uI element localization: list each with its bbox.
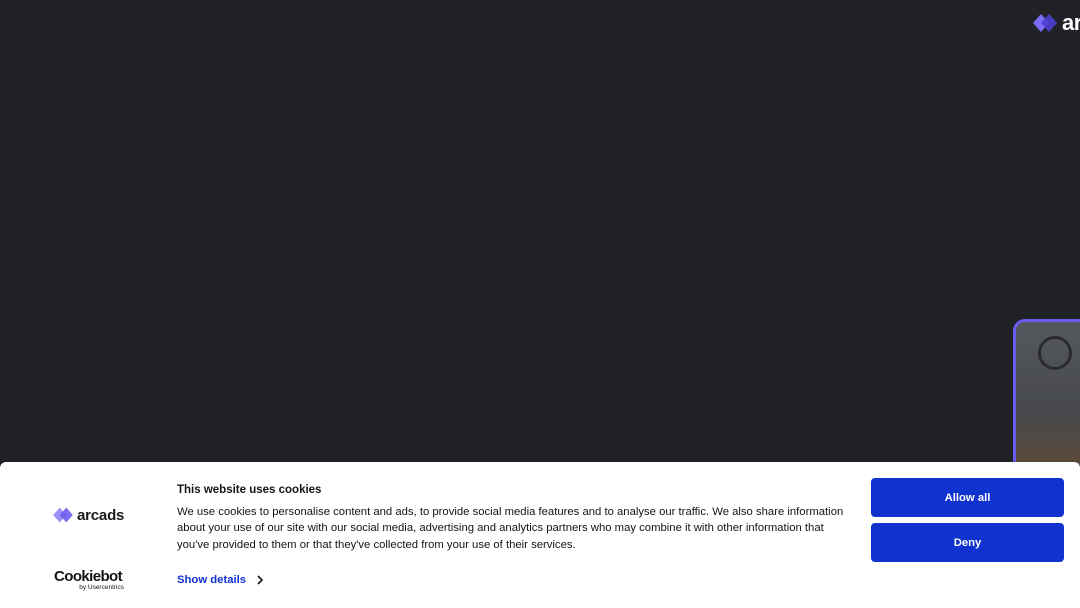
header-logo-text: ar — [1062, 10, 1080, 35]
cookiebot-logo-sub: by Usercentrics — [79, 584, 124, 591]
arcads-logo-text: arcads — [77, 506, 125, 524]
cookiebot-logo-name: Cookiebot — [54, 568, 123, 585]
header-logo[interactable]: ar — [1032, 10, 1080, 36]
preview-object — [1038, 336, 1072, 370]
show-details-label: Show details — [177, 574, 247, 586]
show-details-link[interactable]: Show details — [177, 574, 266, 586]
cookie-banner-title: This website uses cookies — [177, 484, 322, 496]
page: ar arcads Cookiebot by Usercentrics This… — [0, 0, 1080, 608]
cookiebot-logo: Cookiebot by Usercentrics — [52, 569, 124, 592]
cookie-banner-description: We use cookies to personalise content an… — [177, 506, 844, 551]
arcads-diamond-icon — [1033, 14, 1057, 32]
arcads-diamond-icon — [53, 507, 73, 523]
cookie-consent-banner: arcads Cookiebot by Usercentrics This we… — [0, 462, 1080, 608]
deny-button[interactable]: Deny — [871, 523, 1064, 562]
arcads-logo: arcads — [52, 506, 124, 524]
chevron-right-icon — [257, 575, 264, 585]
allow-all-button[interactable]: Allow all — [871, 478, 1064, 517]
